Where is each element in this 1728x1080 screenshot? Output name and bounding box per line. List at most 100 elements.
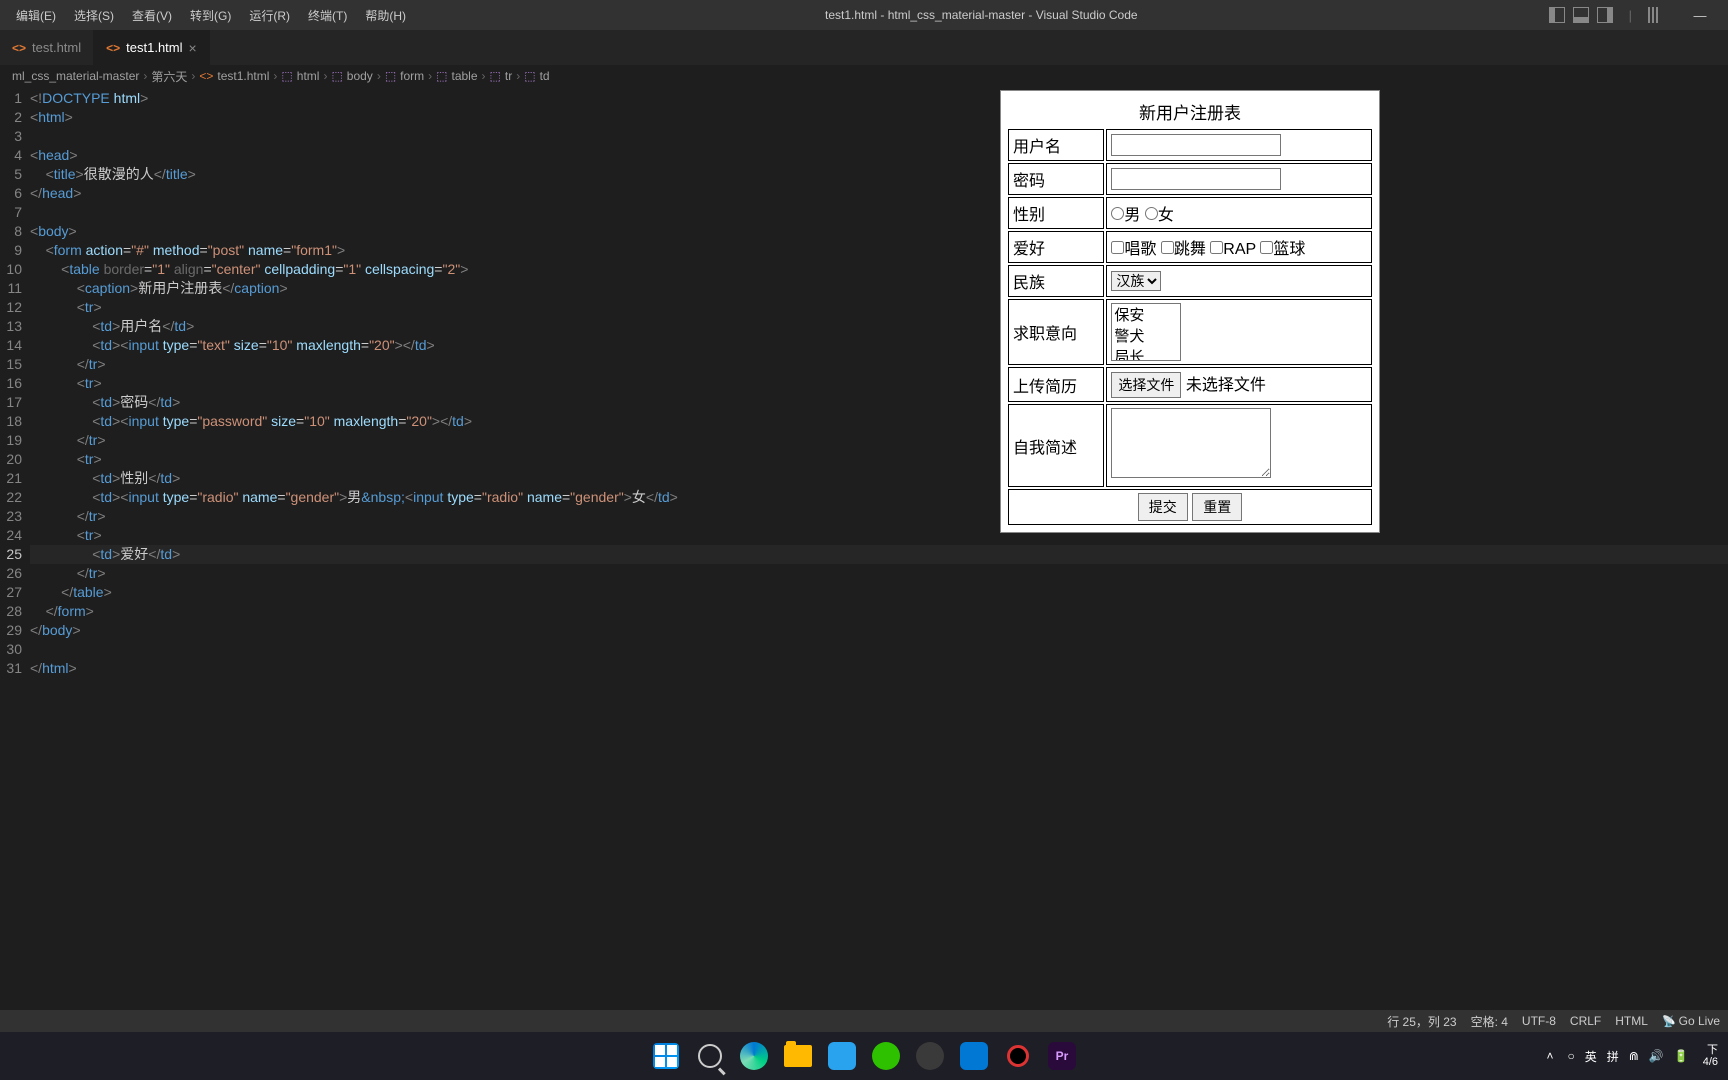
tray-chevron-icon[interactable]: ˄	[1546, 1049, 1553, 1063]
reset-button[interactable]: 重置	[1192, 493, 1242, 521]
start-button[interactable]	[648, 1038, 684, 1074]
clock-time[interactable]: 下	[1703, 1044, 1718, 1056]
crumb-symbol[interactable]: html	[297, 69, 320, 83]
menu-select[interactable]: 选择(S)	[66, 3, 122, 28]
list-item[interactable]: 保安	[1112, 304, 1180, 325]
password-input[interactable]	[1111, 168, 1281, 190]
form-table: 新用户注册表 用户名 密码 性别 男 女 爱好 唱歌 跳舞 RAP 篮球 民族 …	[1006, 96, 1374, 527]
crumb-folder[interactable]: ml_css_material-master	[12, 69, 139, 83]
window-title: test1.html - html_css_material-master - …	[414, 8, 1549, 22]
symbol-icon: ⬚	[331, 69, 342, 83]
menu-edit[interactable]: 编辑(E)	[8, 3, 64, 28]
clock-date[interactable]: 4/6	[1703, 1056, 1718, 1068]
gender-male-radio[interactable]	[1111, 207, 1124, 220]
code-editor[interactable]: 1234567891011121314151617181920212223242…	[0, 87, 1728, 1010]
battery-icon[interactable]: 🔋	[1674, 1049, 1689, 1063]
tab-test1-html[interactable]: <> test1.html ×	[94, 30, 210, 65]
table-row: 性别 男 女	[1008, 197, 1372, 229]
hobby-basketball-checkbox[interactable]	[1260, 241, 1273, 254]
gender-female-label: 女	[1158, 207, 1174, 224]
window-controls: | —	[1549, 7, 1720, 23]
list-item[interactable]: 局长	[1112, 346, 1180, 361]
menu-view[interactable]: 查看(V)	[124, 3, 180, 28]
menu-help[interactable]: 帮助(H)	[357, 3, 414, 28]
label-username: 用户名	[1008, 129, 1104, 161]
menu-terminal[interactable]: 终端(T)	[300, 3, 355, 28]
minimize-button[interactable]: —	[1680, 8, 1720, 23]
label-job: 求职意向	[1008, 299, 1104, 365]
username-input[interactable]	[1111, 134, 1281, 156]
premiere-icon[interactable]: Pr	[1044, 1038, 1080, 1074]
crumb-symbol[interactable]: tr	[505, 69, 512, 83]
tab-label: test.html	[32, 40, 81, 55]
wechat-icon[interactable]	[868, 1038, 904, 1074]
record-icon[interactable]	[1000, 1038, 1036, 1074]
title-bar: 编辑(E) 选择(S) 查看(V) 转到(G) 运行(R) 终端(T) 帮助(H…	[0, 0, 1728, 30]
volume-icon[interactable]: 🔊	[1649, 1049, 1664, 1063]
go-live-button[interactable]: Go Live	[1662, 1014, 1720, 1028]
menu-bar: 编辑(E) 选择(S) 查看(V) 转到(G) 运行(R) 终端(T) 帮助(H…	[8, 3, 414, 28]
html-file-icon: <>	[12, 41, 26, 55]
windows-taskbar: Pr ˄ ○ 英 拼 ⋒ 🔊 🔋 下 4/6	[0, 1032, 1728, 1080]
wifi-icon[interactable]: ⋒	[1629, 1049, 1639, 1063]
choose-file-button[interactable]: 选择文件	[1111, 372, 1181, 398]
nation-select[interactable]: 汉族	[1111, 271, 1161, 291]
job-listbox[interactable]: 保安 警犬 局长	[1111, 303, 1181, 361]
edge-browser-icon[interactable]	[736, 1038, 772, 1074]
close-tab-icon[interactable]: ×	[189, 40, 197, 56]
symbol-icon: ⬚	[385, 69, 396, 83]
label-password: 密码	[1008, 163, 1104, 195]
file-explorer-icon[interactable]	[780, 1038, 816, 1074]
eol[interactable]: CRLF	[1570, 1014, 1601, 1028]
search-icon[interactable]	[692, 1038, 728, 1074]
menu-go[interactable]: 转到(G)	[182, 3, 239, 28]
tab-label: test1.html	[126, 40, 182, 55]
tray-app-icon[interactable]: ○	[1567, 1049, 1574, 1063]
toggle-panel-icon[interactable]	[1573, 7, 1589, 23]
crumb-folder[interactable]: 第六天	[151, 68, 187, 85]
symbol-icon: ⬚	[281, 69, 292, 83]
hobby-sing-checkbox[interactable]	[1111, 241, 1124, 254]
label-hobby: 爱好	[1008, 231, 1104, 263]
ime-indicator[interactable]: 拼	[1607, 1048, 1619, 1065]
table-row: 上传简历 选择文件 未选择文件	[1008, 367, 1372, 402]
table-row: 爱好 唱歌 跳舞 RAP 篮球	[1008, 231, 1372, 263]
breadcrumb[interactable]: ml_css_material-master› 第六天› <> test1.ht…	[0, 65, 1728, 87]
symbol-icon: ⬚	[524, 69, 535, 83]
list-item[interactable]: 警犬	[1112, 325, 1180, 346]
language-mode[interactable]: HTML	[1615, 1014, 1648, 1028]
system-tray: ˄ ○ 英 拼 ⋒ 🔊 🔋 下 4/6	[1546, 1044, 1728, 1068]
encoding[interactable]: UTF-8	[1522, 1014, 1556, 1028]
customize-layout-icon[interactable]	[1648, 7, 1664, 23]
ime-indicator[interactable]: 英	[1585, 1048, 1597, 1065]
description-textarea[interactable]	[1111, 408, 1271, 478]
label-desc: 自我简述	[1008, 404, 1104, 487]
gender-female-radio[interactable]	[1145, 207, 1158, 220]
label-nation: 民族	[1008, 265, 1104, 297]
crumb-symbol[interactable]: body	[347, 69, 373, 83]
line-number-gutter: 1234567891011121314151617181920212223242…	[0, 87, 30, 1010]
indent-spaces[interactable]: 空格: 4	[1471, 1013, 1508, 1030]
hobby-label: 跳舞	[1174, 241, 1206, 258]
html-file-icon: <>	[199, 69, 213, 83]
crumb-symbol[interactable]: form	[400, 69, 424, 83]
menu-run[interactable]: 运行(R)	[241, 3, 298, 28]
status-bar: 行 25，列 23 空格: 4 UTF-8 CRLF HTML Go Live	[0, 1010, 1728, 1032]
hobby-dance-checkbox[interactable]	[1161, 241, 1174, 254]
app-icon[interactable]	[912, 1038, 948, 1074]
tab-test-html[interactable]: <> test.html	[0, 30, 94, 65]
crumb-symbol[interactable]: table	[452, 69, 478, 83]
code-content[interactable]: <!DOCTYPE html><html> <head> <title>很散漫的…	[30, 87, 1728, 1010]
hobby-label: 唱歌	[1124, 241, 1156, 258]
vscode-icon[interactable]	[956, 1038, 992, 1074]
form-caption: 新用户注册表	[1006, 96, 1374, 127]
label-resume: 上传简历	[1008, 367, 1104, 402]
app-icon[interactable]	[824, 1038, 860, 1074]
submit-button[interactable]: 提交	[1138, 493, 1188, 521]
toggle-sidebar-right-icon[interactable]	[1597, 7, 1613, 23]
hobby-rap-checkbox[interactable]	[1210, 241, 1223, 254]
crumb-symbol[interactable]: td	[540, 69, 550, 83]
cursor-position[interactable]: 行 25，列 23	[1387, 1013, 1456, 1030]
crumb-file[interactable]: test1.html	[217, 69, 269, 83]
toggle-sidebar-left-icon[interactable]	[1549, 7, 1565, 23]
